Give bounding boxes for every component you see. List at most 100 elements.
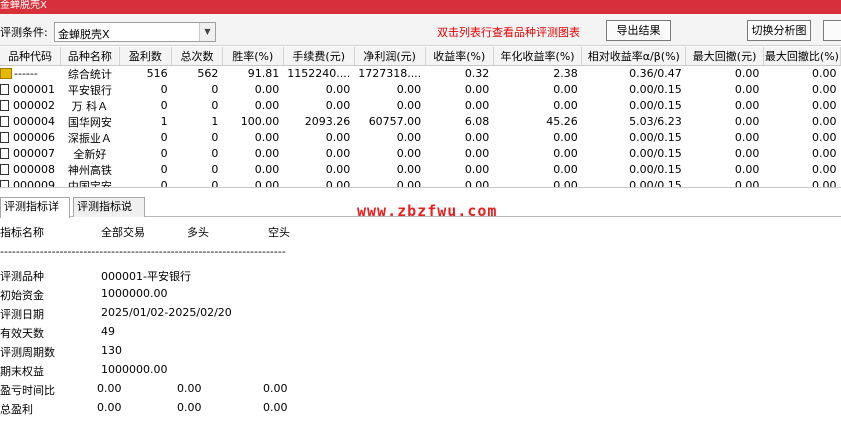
- col-header[interactable]: 最大回撤比(%): [763, 47, 841, 66]
- table-cell: 91.81: [222, 65, 284, 82]
- extra-button[interactable]: [823, 20, 841, 41]
- results-grid[interactable]: 品种代码 品种名称 盈利数 总次数 胜率(%) 手续费(元) 净利润(元) 收益…: [0, 47, 841, 188]
- col-header[interactable]: 年化收益率(%): [493, 47, 583, 66]
- detail-row-value-long: 0.00: [177, 382, 202, 395]
- table-cell: 0: [211, 147, 219, 160]
- table-cell: 0: [211, 83, 219, 96]
- col-header[interactable]: 最大回撤(元): [685, 47, 764, 66]
- table-cell: 0: [211, 131, 219, 144]
- cell-code: 000009: [0, 178, 61, 187]
- cell-code: 000004: [0, 114, 61, 130]
- table-cell: 0.00: [325, 83, 351, 96]
- table-cell: 0.00: [734, 99, 760, 112]
- detail-row-label: 初始资金: [0, 289, 44, 302]
- col-header[interactable]: 品种名称: [60, 47, 120, 66]
- detail-header-name: 指标名称: [0, 226, 44, 239]
- table-cell: 0.00: [763, 65, 841, 82]
- detail-row-label: 评测品种: [0, 270, 44, 283]
- detail-row-label: 评测日期: [0, 308, 44, 321]
- table-cell: 0.00/0.15: [629, 131, 682, 144]
- table-cell: 0.00: [464, 179, 490, 188]
- col-header[interactable]: 收益率(%): [425, 47, 494, 66]
- table-cell: 0: [160, 131, 168, 144]
- table-cell: 0.00: [396, 131, 422, 144]
- table-row[interactable]: 000001 平安银行 0 0 0.00 0.00 0.00 0.00 0.00 0.00/0.1…: [0, 82, 841, 98]
- table-row[interactable]: 000007 全新好 0 0 0.00 0.00 0.00 0.00 0.00 0.00/0.15…: [0, 146, 841, 162]
- table-row[interactable]: 000008 神州高铁 0 0 0.00 0.00 0.00 0.00 0.00 0.00/0.1…: [0, 162, 841, 178]
- detail-row-value-all: 0.00: [97, 401, 122, 414]
- table-cell: 0.00: [553, 179, 578, 188]
- table-cell: 0.00: [734, 179, 760, 188]
- results-table: 品种代码 品种名称 盈利数 总次数 胜率(%) 手续费(元) 净利润(元) 收益…: [0, 47, 841, 188]
- table-cell: 0.00: [325, 131, 351, 144]
- table-cell: 516: [119, 65, 172, 82]
- tab-metric-explanation[interactable]: 评测指标说明: [73, 197, 145, 231]
- table-cell: 全新好: [73, 147, 107, 161]
- table-cell: 深振业Ａ: [67, 131, 112, 145]
- document-icon: [0, 100, 9, 111]
- switch-chart-button[interactable]: 切换分析图: [747, 20, 811, 41]
- table-cell: 0.00: [812, 115, 837, 128]
- table-cell: 0.00: [553, 99, 578, 112]
- cell-code: 000008: [0, 162, 61, 178]
- export-button[interactable]: 导出结果: [606, 20, 671, 41]
- table-row[interactable]: 000006 深振业Ａ 0 0 0.00 0.00 0.00 0.00 0.00 0.00/0.1…: [0, 130, 841, 146]
- col-header[interactable]: 品种代码: [0, 47, 62, 66]
- table-cell: 0.00: [396, 147, 422, 160]
- table-cell: 0.00: [396, 163, 422, 176]
- table-row[interactable]: 000002 万 科Ａ 0 0 0.00 0.00 0.00 0.00 0.00 0.00/0.1…: [0, 98, 841, 114]
- chevron-down-icon[interactable]: ▼: [199, 23, 215, 41]
- col-header[interactable]: 盈利数: [119, 47, 173, 66]
- table-cell: 0.00: [325, 99, 351, 112]
- document-icon: [0, 84, 9, 95]
- table-cell: 0.00: [396, 83, 422, 96]
- detail-row-label: 盈亏时间比: [0, 384, 55, 397]
- table-cell: 1727318....: [354, 65, 426, 82]
- table-cell: 0.00: [254, 99, 280, 112]
- cell-code: 000001: [0, 82, 61, 98]
- col-header[interactable]: 相对收益率α/β(%): [581, 47, 687, 66]
- table-cell: 0: [160, 99, 168, 112]
- table-cell: 0.00: [464, 131, 490, 144]
- table-cell: 0.00: [254, 131, 280, 144]
- table-cell: 中国宝安: [67, 179, 112, 188]
- table-cell: 100.00: [240, 115, 280, 128]
- table-row[interactable]: 000009 中国宝安 0 0 0.00 0.00 0.00 0.00 0.00 0.00/0.1…: [0, 178, 841, 188]
- table-row[interactable]: ------ 综合统计 516 562 91.81 1152240.... 1727318.…: [0, 65, 841, 82]
- table-cell: 2.38: [493, 65, 582, 82]
- tab-metric-details[interactable]: 评测指标详情: [0, 197, 70, 231]
- document-icon: [0, 132, 9, 143]
- cell-code-text: 000004: [13, 115, 55, 128]
- table-cell: 0.00: [396, 99, 422, 112]
- col-header[interactable]: 手续费(元): [283, 47, 355, 66]
- col-header[interactable]: 胜率(%): [222, 47, 284, 66]
- table-cell: 0.00: [812, 131, 837, 144]
- detail-header-all: 全部交易: [101, 226, 145, 239]
- cell-code-text: 000008: [13, 163, 55, 176]
- col-header[interactable]: 总次数: [171, 47, 223, 66]
- condition-value: 金蝉脱壳X: [58, 28, 110, 41]
- table-cell: 1: [160, 115, 168, 128]
- detail-row-value-all: 2025/01/02-2025/02/20: [101, 306, 232, 319]
- table-cell: 0.00: [734, 83, 760, 96]
- toolbar: 评测条件: 金蝉脱壳X ▼ 双击列表行查看品种评测图表 导出结果 切换分析图: [0, 14, 841, 46]
- table-cell: 0.00: [325, 179, 351, 188]
- detail-row-value-short: 0.00: [263, 401, 288, 414]
- col-header[interactable]: 净利润(元): [354, 47, 426, 66]
- hint-text: 双击列表行查看品种评测图表: [437, 26, 580, 39]
- table-cell: 45.26: [546, 115, 578, 128]
- detail-header-long: 多头: [187, 226, 209, 239]
- table-cell: 0.00: [734, 163, 760, 176]
- table-cell: 0.00: [812, 163, 837, 176]
- detail-row-value-all: 1000000.00: [101, 363, 168, 376]
- table-cell: 万 科Ａ: [71, 99, 109, 113]
- table-cell: 0.00: [734, 115, 760, 128]
- detail-row-label: 有效天数: [0, 327, 44, 340]
- condition-select[interactable]: 金蝉脱壳X ▼: [54, 22, 216, 42]
- detail-row-label: 期末权益: [0, 365, 44, 378]
- table-row[interactable]: 000004 国华网安 1 1 100.00 2093.26 60757.00 6.08 45.…: [0, 114, 841, 130]
- table-cell: 0.00: [325, 147, 351, 160]
- table-cell: 0.00: [812, 147, 837, 160]
- table-cell: 0: [211, 179, 219, 188]
- cell-code-text: 000001: [13, 83, 55, 96]
